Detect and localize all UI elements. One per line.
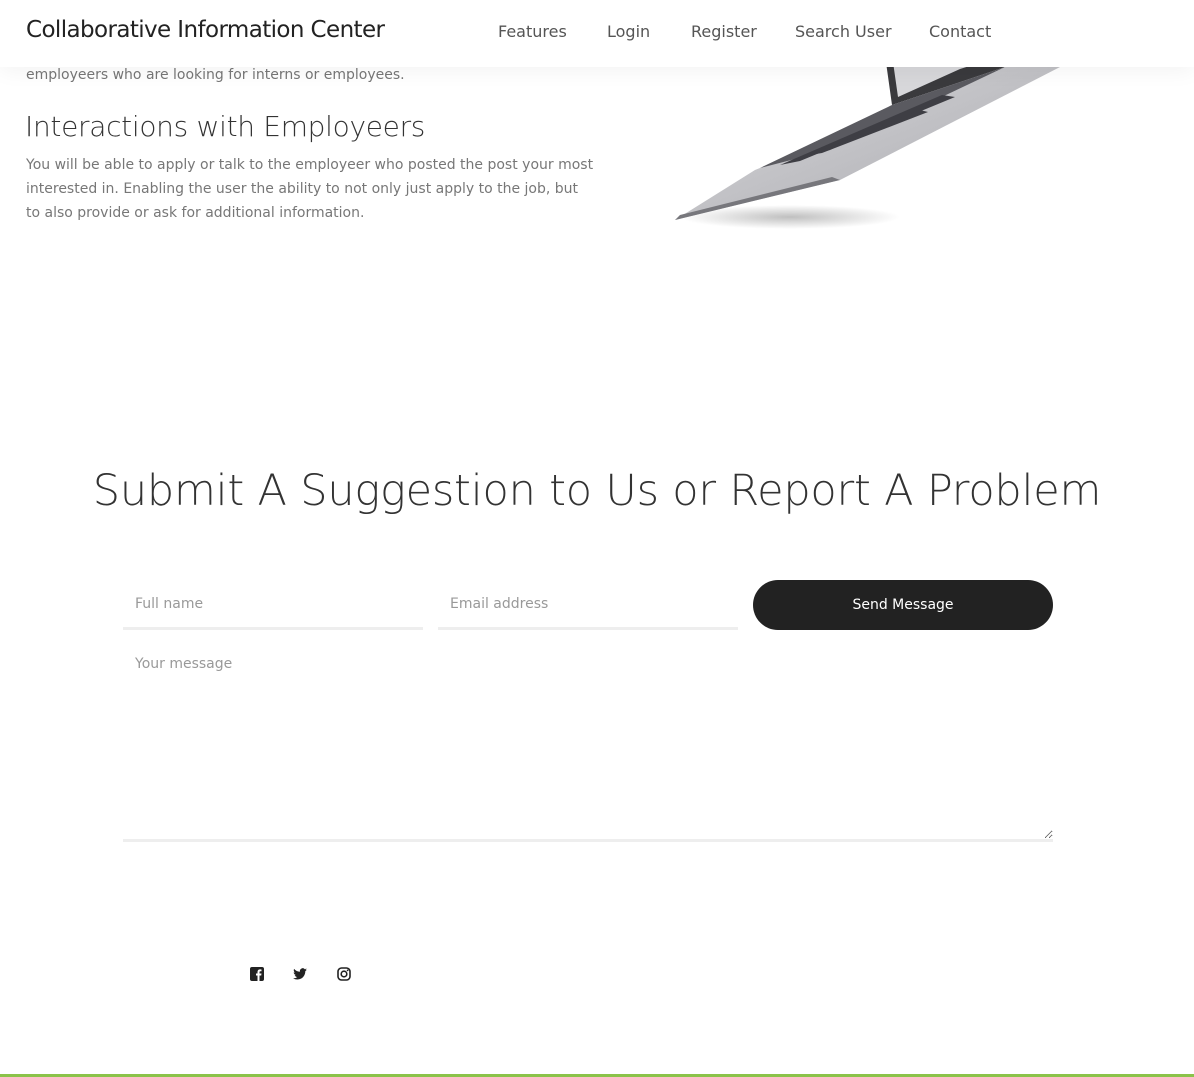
- brand-logo[interactable]: Collaborative Information Center: [26, 17, 385, 43]
- full-name-input[interactable]: [123, 580, 423, 630]
- feature-title: Interactions with Employeers: [25, 110, 426, 143]
- feature-description: You will be able to apply or talk to the…: [26, 157, 594, 221]
- contact-title: Submit A Suggestion to Us or Report A Pr…: [92, 466, 1102, 516]
- instagram-icon[interactable]: [336, 966, 352, 982]
- send-message-button[interactable]: Send Message: [753, 580, 1053, 630]
- twitter-icon[interactable]: [292, 966, 308, 982]
- email-input[interactable]: [438, 580, 738, 630]
- feature-previous-text: employeers who are looking for interns o…: [26, 67, 405, 83]
- nav-search-user[interactable]: Search User: [795, 22, 892, 41]
- nav-login[interactable]: Login: [607, 22, 650, 41]
- navbar: Collaborative Information Center Feature…: [0, 0, 1194, 67]
- nav-features[interactable]: Features: [498, 22, 567, 41]
- page: employeers who are looking for interns o…: [0, 0, 1194, 1077]
- nav-contact[interactable]: Contact: [929, 22, 991, 41]
- message-textarea[interactable]: [123, 648, 1053, 842]
- facebook-icon[interactable]: [249, 966, 265, 982]
- laptop-illustration: [675, 55, 1060, 229]
- nav-register[interactable]: Register: [691, 22, 757, 41]
